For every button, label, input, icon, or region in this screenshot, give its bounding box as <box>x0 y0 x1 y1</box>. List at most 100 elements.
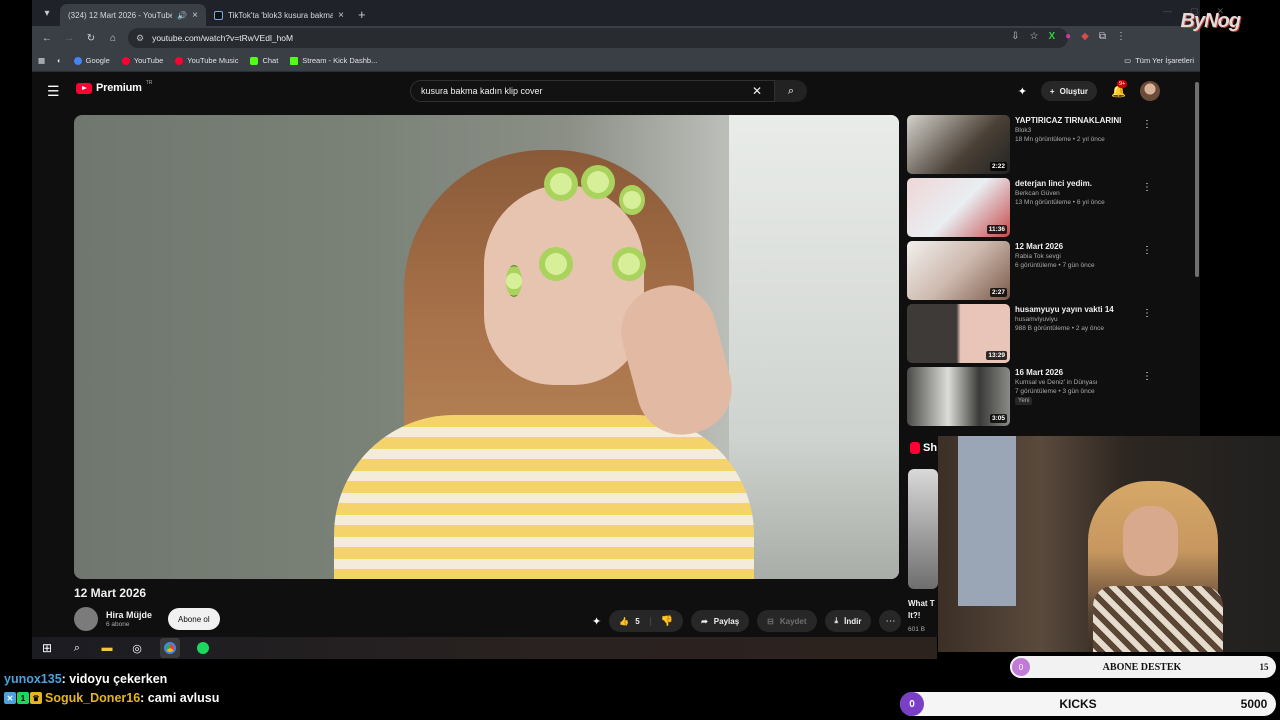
spotify-icon[interactable] <box>196 641 210 655</box>
dislike-button[interactable]: 👎 <box>651 616 683 627</box>
duration-badge: 3:05 <box>989 414 1007 423</box>
duration-badge: 13:29 <box>986 351 1007 360</box>
recommendation-item[interactable]: 13:29 husamyuyu yayın vakti 14 husamviyuv… <box>907 304 1162 367</box>
recommendation-item[interactable]: 3:05 16 Mart 2026 Kumsal ve Deniz' in Dün… <box>907 367 1162 430</box>
recommendation-item[interactable]: 2:27 12 Mart 2026 Rabia Tok sevgi 6 görünt… <box>907 241 1162 304</box>
recommendation-meta: 988 B görüntüleme • 2 ay önce <box>1015 325 1105 332</box>
extensions-puzzle-icon[interactable]: ⧉ <box>1099 31 1106 42</box>
more-options-icon[interactable]: ⋮ <box>1142 371 1152 382</box>
download-icon: ⤓ <box>834 616 839 625</box>
cucumber-slice <box>539 247 573 281</box>
video-thumbnail[interactable]: 2:27 <box>907 241 1010 300</box>
speaker-icon[interactable]: 🔊 <box>177 11 187 20</box>
search-icon[interactable]: ⌕ <box>70 641 84 655</box>
clear-search-icon[interactable]: ✕ <box>752 84 762 98</box>
duration-badge: 2:22 <box>989 162 1007 171</box>
back-arrow-icon[interactable]: ← <box>38 29 56 47</box>
recommendation-title[interactable]: YAPTIRICAZ TIRNAKLARINI <box>1015 116 1121 125</box>
youtube-icon <box>121 56 130 65</box>
install-app-icon[interactable]: ⇩ <box>1011 31 1019 42</box>
studio-sparkle-icon[interactable]: ✦ <box>1018 85 1027 98</box>
recommendation-channel[interactable]: Kumsal ve Deniz' in Dünyası <box>1015 379 1098 386</box>
extension-purple-icon[interactable]: ● <box>1065 31 1071 42</box>
bookmark-kick-dashboard[interactable]: Stream - Kick Dashb... <box>290 56 377 65</box>
menu-dots-icon[interactable]: ⋮ <box>1116 31 1126 42</box>
video-thumbnail[interactable]: 2:22 <box>907 115 1010 174</box>
close-tab-icon[interactable]: × <box>192 10 198 21</box>
bookmark-chat[interactable]: Chat <box>250 56 278 65</box>
channel-avatar[interactable] <box>74 607 98 631</box>
url-text: youtube.com/watch?v=tRwVEdl_hoM <box>152 33 294 43</box>
goal-label: ABONE DESTEK <box>1102 661 1182 673</box>
download-button[interactable]: ⤓ İndir <box>824 610 872 632</box>
short-title[interactable]: What T It?! <box>908 598 935 622</box>
ask-sparkle-icon[interactable]: ✦ <box>592 615 601 628</box>
more-options-icon[interactable]: ⋮ <box>1142 245 1152 256</box>
app-red-circle-icon[interactable]: ◎ <box>130 641 144 655</box>
sync-icon[interactable]: ◐ <box>57 56 62 65</box>
save-button[interactable]: ⊟ Kaydet <box>757 610 817 632</box>
tab-search-chevron-icon[interactable]: ▾ <box>36 2 58 24</box>
extension-red-icon[interactable]: ◆ <box>1081 31 1089 42</box>
bookmark-youtube[interactable]: YouTube <box>121 56 163 65</box>
forward-arrow-icon[interactable]: → <box>60 29 78 47</box>
recommendation-item[interactable]: 2:22 YAPTIRICAZ TIRNAKLARINI Blok3 18 Mn g… <box>907 115 1162 178</box>
bookmark-youtube-music[interactable]: YouTube Music <box>175 56 238 65</box>
youtube-logo[interactable]: Premium TR <box>76 80 152 94</box>
recommendation-channel[interactable]: Rabia Tok sevgi <box>1015 253 1095 260</box>
new-tab-plus-icon[interactable]: + <box>358 7 366 22</box>
page-scrollbar[interactable] <box>1195 82 1199 277</box>
windows-start-icon[interactable]: ⊞ <box>40 641 54 655</box>
search-button[interactable]: ⌕ <box>775 80 807 102</box>
chrome-icon[interactable] <box>160 638 180 658</box>
video-player[interactable] <box>74 115 899 579</box>
subscriber-badge-icon: 1 <box>17 692 29 704</box>
like-button[interactable]: 👍 5 <box>609 616 651 626</box>
recommendation-channel[interactable]: Blok3 <box>1015 127 1121 134</box>
create-button[interactable]: + Oluştur <box>1040 81 1098 101</box>
reload-icon[interactable]: ↻ <box>82 29 100 47</box>
hamburger-menu-icon[interactable]: ☰ <box>47 83 60 100</box>
all-bookmarks[interactable]: ▭ Tüm Yer İşaretleri <box>1124 56 1194 65</box>
more-actions-icon[interactable]: ⋯ <box>879 610 902 632</box>
recommendation-item[interactable]: 11:36 deterjan linci yedim. Berkcan Güven… <box>907 178 1162 241</box>
search-query: kusura bakma kadın klip cover <box>421 86 543 96</box>
tab-youtube[interactable]: (324) 12 Mart 2026 - YouTube 🔊 × <box>60 4 206 81</box>
search-input[interactable]: kusura bakma kadın klip cover ✕ <box>410 80 775 102</box>
site-settings-icon[interactable]: ⚙ <box>136 33 144 44</box>
create-label: Oluştur <box>1059 86 1089 96</box>
bookmark-google[interactable]: Google <box>73 56 110 65</box>
share-button[interactable]: ➦ Paylaş <box>691 610 750 632</box>
file-explorer-icon[interactable]: ▬ <box>100 641 114 655</box>
notifications-bell-icon[interactable]: 🔔 9+ <box>1111 80 1128 98</box>
goal-target: 15 <box>1259 662 1269 672</box>
video-title: 12 Mart 2026 <box>74 586 147 600</box>
video-thumbnail[interactable]: 13:29 <box>907 304 1010 363</box>
account-avatar[interactable] <box>1140 81 1160 101</box>
video-thumbnail[interactable]: 11:36 <box>907 178 1010 237</box>
recommendation-title[interactable]: 12 Mart 2026 <box>1015 242 1095 251</box>
subscribe-button[interactable]: Abone ol <box>168 608 220 630</box>
recommendation-channel[interactable]: husamviyuviyu <box>1015 316 1114 323</box>
recommendation-title[interactable]: 16 Mart 2026 <box>1015 368 1098 377</box>
more-options-icon[interactable]: ⋮ <box>1142 182 1152 193</box>
recommendation-meta: 6 görüntüleme • 7 gün önce <box>1015 262 1095 269</box>
channel-name[interactable]: Hira Müjde <box>106 610 152 620</box>
address-bar[interactable]: ⚙ youtube.com/watch?v=tRwVEdl_hoM <box>128 28 1068 48</box>
youtube-header: ☰ Premium TR kusura bakma kadın klip cov… <box>32 72 1200 110</box>
minimize-icon[interactable]: — <box>1163 6 1172 17</box>
short-thumbnail[interactable] <box>908 469 938 589</box>
apps-grid-icon[interactable]: ▦ <box>38 56 45 65</box>
recommendation-title[interactable]: deterjan linci yedim. <box>1015 179 1105 188</box>
home-icon[interactable]: ⌂ <box>104 29 122 47</box>
more-options-icon[interactable]: ⋮ <box>1142 119 1152 130</box>
more-options-icon[interactable]: ⋮ <box>1142 308 1152 319</box>
recommendation-title[interactable]: husamyuyu yayın vakti 14 <box>1015 305 1114 314</box>
tab-tiktok[interactable]: TikTok'ta 'blok3 kusura bakma' × <box>206 4 352 26</box>
thumbs-down-icon: 👎 <box>660 615 674 627</box>
extension-x-icon[interactable]: X <box>1048 31 1055 42</box>
close-tab-icon[interactable]: × <box>338 10 344 21</box>
video-thumbnail[interactable]: 3:05 <box>907 367 1010 426</box>
recommendation-channel[interactable]: Berkcan Güven <box>1015 190 1105 197</box>
bookmark-star-icon[interactable]: ☆ <box>1029 31 1038 42</box>
